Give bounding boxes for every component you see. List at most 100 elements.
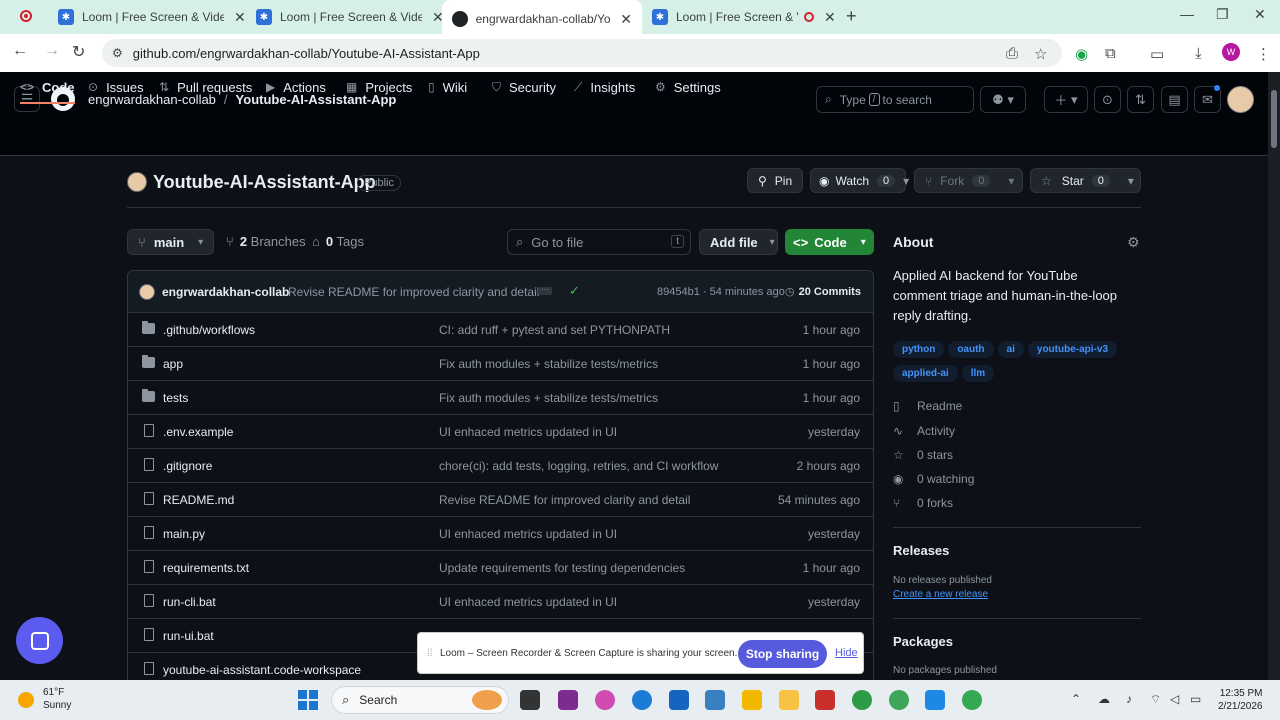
branches-link[interactable]: ⑂ 2 Branches xyxy=(226,234,306,249)
topic-tag[interactable]: python xyxy=(893,341,945,358)
tab-issues[interactable]: ⊙ Issues xyxy=(88,72,144,102)
sidepanel-icon[interactable]: ▭ xyxy=(1150,45,1164,63)
table-row[interactable]: requirements.txt Update requirements for … xyxy=(128,551,873,585)
commit-hash[interactable]: 89454b1 · 54 minutes ago xyxy=(657,286,785,298)
chrome-profile-app-icon[interactable] xyxy=(889,690,909,710)
maximize-icon[interactable]: ❐ xyxy=(1216,6,1229,23)
chevron-up-icon[interactable]: ⌃ xyxy=(1071,692,1081,706)
file-name-link[interactable]: .github/workflows xyxy=(163,323,255,337)
weather-widget[interactable]: 61°F Sunny xyxy=(43,686,71,712)
stop-sharing-button[interactable]: Stop sharing xyxy=(738,640,827,668)
commit-author[interactable]: engrwardakhan-collab xyxy=(162,285,289,299)
drag-handle-icon[interactable]: ⁞⁞ xyxy=(427,648,433,659)
tags-link[interactable]: ⌂ 0 Tags xyxy=(312,234,364,249)
file-commit-message[interactable]: UI enhaced metrics updated in UI xyxy=(439,425,617,439)
close-icon[interactable]: ✕ xyxy=(234,9,246,26)
site-info-icon[interactable]: ⚙ xyxy=(112,46,123,60)
file-commit-message[interactable]: Revise README for improved clarity and d… xyxy=(439,493,690,507)
topic-tag[interactable]: ai xyxy=(997,341,1024,358)
watch-button[interactable]: ◉ Watch 0 ▾ xyxy=(810,168,909,193)
forks-link[interactable]: ⑂ 0 forks xyxy=(893,496,953,510)
create-release-link[interactable]: Create a new release xyxy=(893,589,988,600)
table-row[interactable]: app Fix auth modules + stabilize tests/me… xyxy=(128,347,873,381)
browser-tab-3[interactable]: engrwardakhan-collab/Youtube ✕ xyxy=(442,0,642,34)
stars-link[interactable]: ☆ 0 stars xyxy=(893,448,953,462)
browser-tab-2[interactable]: ✱ Loom | Free Screen & Video Re ✕ xyxy=(246,4,454,30)
topic-tag[interactable]: llm xyxy=(961,365,995,382)
browser-tab-1[interactable]: ✱ Loom | Free Screen & Video Re ✕ xyxy=(48,4,256,30)
tab-wiki[interactable]: ▯ Wiki xyxy=(428,72,467,102)
back-icon[interactable]: ← xyxy=(12,42,28,60)
file-commit-message[interactable]: Update requirements for testing dependen… xyxy=(439,561,685,575)
file-commit-message[interactable]: CI: add ruff + pytest and set PYTHONPATH xyxy=(439,323,670,337)
scrollbar-thumb[interactable] xyxy=(1271,90,1277,148)
download-icon[interactable]: ⤓ xyxy=(1195,45,1202,62)
vscode-app-icon[interactable] xyxy=(925,690,945,710)
fox-widget-icon[interactable] xyxy=(472,690,502,710)
repositories-button[interactable]: ▤ xyxy=(1161,86,1188,113)
powerbi-app-icon[interactable] xyxy=(742,690,762,710)
releases-heading[interactable]: Releases xyxy=(893,543,949,558)
tab-code[interactable]: <> Code xyxy=(20,72,75,104)
tab-insights[interactable]: ⟋ Insights xyxy=(574,72,635,102)
table-row[interactable]: .env.example UI enhaced metrics updated i… xyxy=(128,415,873,449)
new-tab-button[interactable]: + xyxy=(846,6,857,27)
microphone-icon[interactable]: ♪ xyxy=(1126,692,1132,706)
commit-message[interactable]: Revise README for improved clarity and d… xyxy=(288,285,539,299)
file-name-link[interactable]: app xyxy=(163,357,183,371)
tab-settings[interactable]: ⚙ Settings xyxy=(655,72,721,102)
search-input[interactable]: ⌕ Type / to search xyxy=(816,86,974,113)
table-row[interactable]: .gitignore chore(ci): add tests, logging,… xyxy=(128,449,873,483)
close-window-icon[interactable]: ✕ xyxy=(1254,6,1266,23)
premiere-app-icon[interactable] xyxy=(558,690,578,710)
create-new-button[interactable]: ＋ ▾ xyxy=(1044,86,1088,113)
ellipsis-icon[interactable]: ··· xyxy=(538,286,552,295)
close-icon[interactable]: ✕ xyxy=(824,9,836,26)
table-row[interactable]: .github/workflows CI: add ruff + pytest a… xyxy=(128,313,873,347)
browser-profile-avatar[interactable]: W xyxy=(1222,43,1240,61)
file-commit-message[interactable]: chore(ci): add tests, logging, retries, … xyxy=(439,459,718,473)
file-name-link[interactable]: requirements.txt xyxy=(163,561,249,575)
file-commit-message[interactable]: UI enhaced metrics updated in UI xyxy=(439,595,617,609)
packages-heading[interactable]: Packages xyxy=(893,634,953,649)
table-row[interactable]: run-cli.bat UI enhaced metrics updated in… xyxy=(128,585,873,619)
fork-button[interactable]: ⑂ Fork 0 ▾ xyxy=(914,168,1023,193)
go-to-file-input[interactable]: ⌕ Go to file t xyxy=(507,229,691,255)
extension-grammarly-icon[interactable]: ◉ xyxy=(1075,45,1088,63)
store-app-icon[interactable] xyxy=(669,690,689,710)
topic-tag[interactable]: applied-ai xyxy=(893,365,958,382)
file-commit-message[interactable]: Fix auth modules + stabilize tests/metri… xyxy=(439,391,658,405)
extensions-icon[interactable]: ⧉ xyxy=(1105,45,1116,62)
windows-start-icon[interactable] xyxy=(298,690,318,710)
watching-link[interactable]: ◉ 0 watching xyxy=(893,472,974,486)
file-name-link[interactable]: main.py xyxy=(163,527,205,541)
menu-icon[interactable]: ⋮ xyxy=(1256,45,1271,63)
tab-security[interactable]: ⛉ Security xyxy=(492,72,556,102)
file-name-link[interactable]: .env.example xyxy=(163,425,233,439)
system-clock[interactable]: 12:35 PM 2/21/2026 xyxy=(1218,687,1263,713)
pull-requests-button[interactable]: ⇅ xyxy=(1127,86,1154,113)
battery-icon[interactable]: ▭ xyxy=(1190,692,1201,706)
tab-pull-requests[interactable]: ⇅ Pull requests xyxy=(159,72,252,102)
tab-actions[interactable]: ▶ Actions xyxy=(266,72,326,102)
chrome-active-app-icon[interactable] xyxy=(962,690,982,710)
commits-link[interactable]: ◷ 20 Commits xyxy=(785,285,861,298)
cloud-icon[interactable]: ☁ xyxy=(1098,692,1110,706)
activity-link[interactable]: ∿ Activity xyxy=(893,424,955,438)
avatar[interactable] xyxy=(1227,86,1254,113)
page-scrollbar[interactable] xyxy=(1268,72,1280,680)
hide-button[interactable]: Hide xyxy=(835,647,858,659)
check-icon[interactable]: ✓ xyxy=(569,283,580,299)
pin-button[interactable]: ⚲ Pin xyxy=(747,168,803,193)
topic-tag[interactable]: oauth xyxy=(948,341,994,358)
bookmark-star-icon[interactable]: ☆ xyxy=(1034,45,1047,63)
issues-button[interactable]: ⊙ xyxy=(1094,86,1121,113)
code-button[interactable]: <> Code ▾ xyxy=(785,229,874,255)
branch-selector[interactable]: ⑂ main ▾ xyxy=(127,229,214,255)
file-name-link[interactable]: run-cli.bat xyxy=(163,595,216,609)
copilot-button[interactable]: ⚉ ▾ xyxy=(980,86,1026,113)
network-tool-icon[interactable] xyxy=(705,690,725,710)
browser-tab-4[interactable]: ✱ Loom | Free Screen & Video ✕ xyxy=(642,4,846,30)
forward-icon[interactable]: → xyxy=(44,42,60,60)
gear-icon[interactable]: ⚙ xyxy=(1127,234,1140,251)
